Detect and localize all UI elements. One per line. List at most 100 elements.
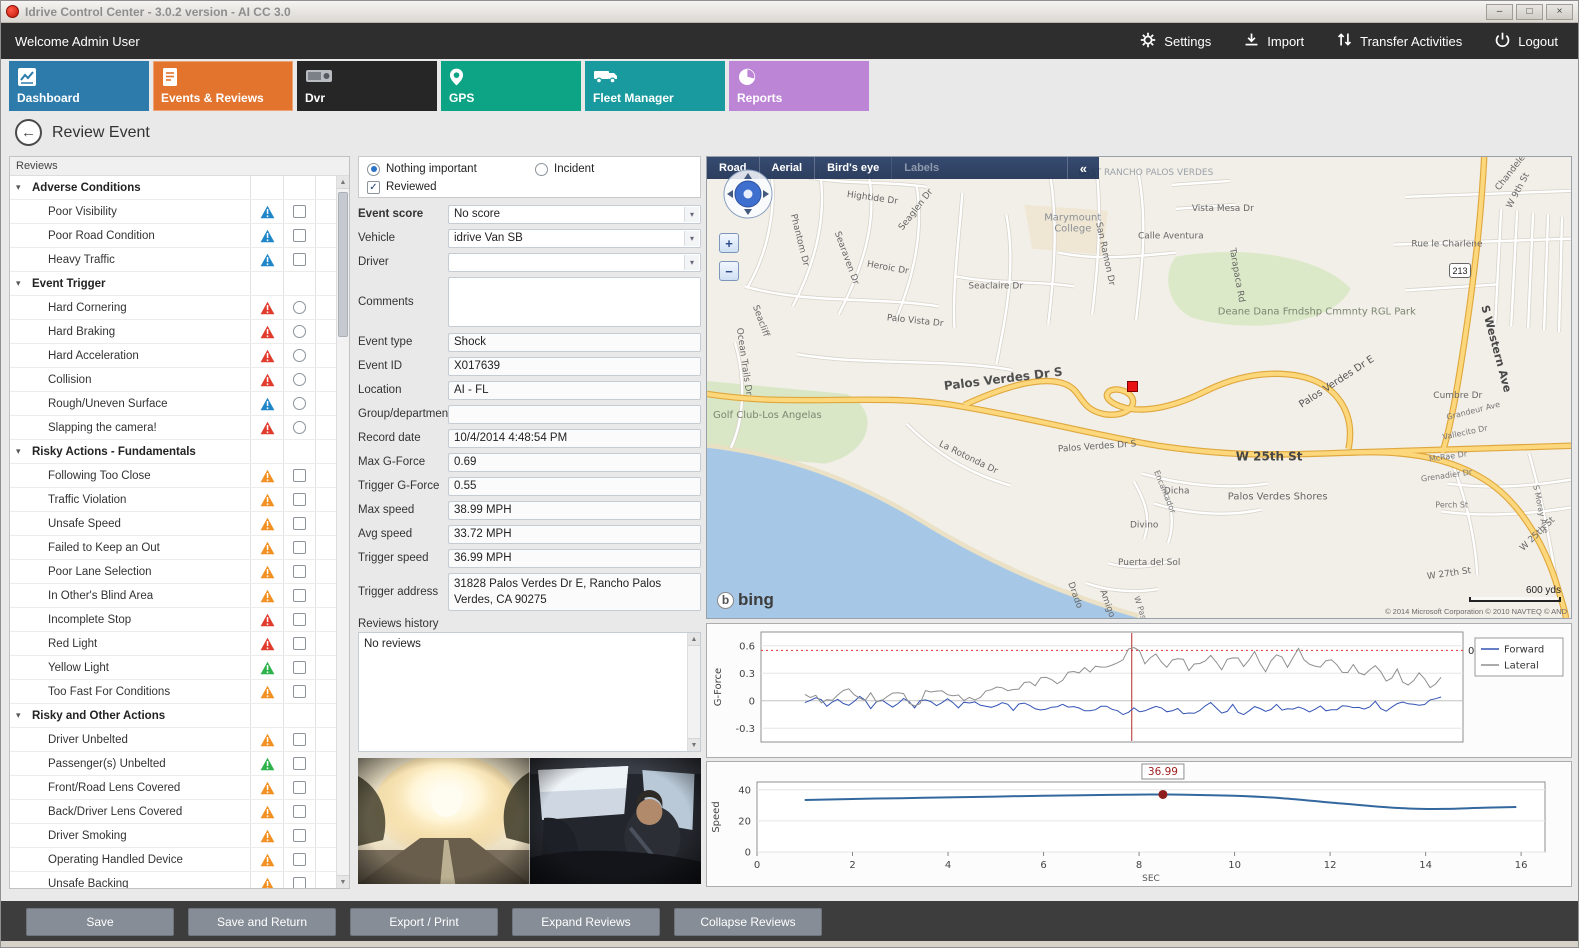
history-scrollbar[interactable]: ▲ ▼ (687, 633, 700, 751)
scroll-down-icon[interactable]: ▼ (688, 738, 700, 751)
review-group-row[interactable]: ▾Risky and Other Actions (10, 704, 336, 728)
event-location-marker[interactable] (1127, 381, 1138, 392)
review-item-row: In Other's Blind Area (10, 584, 336, 608)
collapse-reviews-button[interactable]: Collapse Reviews (674, 908, 822, 936)
reviews-panel-title: Reviews (10, 157, 349, 176)
close-button[interactable]: × (1546, 4, 1573, 20)
zoom-in-button[interactable]: + (719, 233, 739, 253)
review-checkbox[interactable] (293, 661, 306, 674)
back-button[interactable]: ← (15, 119, 42, 146)
map-view-labels[interactable]: Labels (891, 157, 951, 179)
reviews-scrollbar[interactable]: ▲ ▼ (336, 176, 349, 888)
event-fields: Event scoreNo score▾Vehicleidrive Van SB… (358, 202, 701, 614)
svg-text:14: 14 (1419, 860, 1432, 871)
scroll-up-icon[interactable]: ▲ (688, 633, 700, 646)
review-checkbox[interactable] (293, 253, 306, 266)
tab-events-reviews[interactable]: Events & Reviews (153, 61, 293, 111)
field-driver[interactable]: ▾ (448, 253, 701, 272)
review-radio[interactable] (293, 349, 306, 362)
tab-gps[interactable]: GPS (441, 61, 581, 111)
review-checkbox[interactable] (293, 781, 306, 794)
tab-label: Reports (737, 91, 782, 105)
review-checkbox[interactable] (293, 229, 306, 242)
review-checkbox[interactable] (293, 877, 306, 888)
map-view-birds-eye[interactable]: Bird's eye (814, 157, 891, 179)
warning-triangle-icon (260, 637, 275, 651)
settings-button[interactable]: Settings (1139, 31, 1211, 52)
scrollbar-thumb[interactable] (338, 192, 348, 337)
review-checkbox[interactable] (293, 685, 306, 698)
review-checkbox[interactable] (293, 637, 306, 650)
review-checkbox[interactable] (293, 565, 306, 578)
svg-text:12: 12 (1324, 860, 1337, 871)
reviews-history-list: No reviews ▲ ▼ (358, 632, 701, 752)
review-checkbox[interactable] (293, 613, 306, 626)
warning-triangle-icon (260, 421, 275, 435)
map-toolbar-collapse-icon[interactable]: « (1067, 157, 1099, 179)
route-213-shield: 213 (1449, 263, 1471, 278)
transfer-activities-button[interactable]: Transfer Activities (1336, 31, 1462, 51)
review-checkbox[interactable] (293, 541, 306, 554)
radio-icon (535, 163, 548, 176)
tab-fleet-manager[interactable]: Fleet Manager (585, 61, 725, 111)
review-checkbox[interactable] (293, 205, 306, 218)
incident-option[interactable]: Incident (535, 163, 594, 176)
review-radio[interactable] (293, 373, 306, 386)
review-checkbox[interactable] (293, 829, 306, 842)
review-item-row: Unsafe Speed (10, 512, 336, 536)
save-button[interactable]: Save (26, 908, 174, 936)
scale-bar (1469, 597, 1561, 602)
svg-text:Cumbre Dr: Cumbre Dr (1433, 391, 1482, 401)
svg-text:Seaclaire Dr: Seaclaire Dr (968, 281, 1023, 291)
minimize-button[interactable]: – (1486, 4, 1513, 20)
review-checkbox[interactable] (293, 757, 306, 770)
review-checkbox[interactable] (293, 589, 306, 602)
review-group-row[interactable]: ▾Risky Actions - Fundamentals (10, 440, 336, 464)
svg-text:G-Force: G-Force (713, 668, 724, 706)
tab-reports[interactable]: Reports (729, 61, 869, 111)
field-label: Max G-Force (358, 456, 448, 468)
review-radio[interactable] (293, 325, 306, 338)
expand-reviews-button[interactable]: Expand Reviews (512, 908, 660, 936)
review-checkbox[interactable] (293, 733, 306, 746)
tab-label: Dashboard (17, 91, 80, 105)
top-menubar: Welcome Admin User Settings Import Trans… (1, 23, 1578, 59)
reviewed-option[interactable]: ✓ Reviewed (367, 181, 535, 194)
svg-text:Vista Mesa Dr: Vista Mesa Dr (1192, 204, 1254, 214)
import-button[interactable]: Import (1243, 31, 1304, 51)
cabin-camera-frame[interactable] (530, 758, 702, 884)
field-event-score[interactable]: No score▾ (448, 205, 701, 224)
classification-box: Nothing important Incident ✓ Reviewed (358, 156, 701, 198)
field-label: Avg speed (358, 528, 448, 540)
review-radio[interactable] (293, 397, 306, 410)
warning-triangle-icon (260, 469, 275, 483)
nothing-important-option[interactable]: Nothing important (367, 163, 535, 176)
tab-dvr[interactable]: Dvr (297, 61, 437, 111)
front-camera-frame[interactable] (358, 758, 530, 884)
window-titlebar: Idrive Control Center - 3.0.2 version - … (1, 1, 1578, 23)
reviews-tree: ▾Adverse ConditionsPoor VisibilityPoor R… (10, 176, 336, 888)
scroll-up-icon[interactable]: ▲ (337, 176, 349, 189)
review-checkbox[interactable] (293, 853, 306, 866)
review-group-row[interactable]: ▾Adverse Conditions (10, 176, 336, 200)
export-print-button[interactable]: Export / Print (350, 908, 498, 936)
maximize-button[interactable]: □ (1516, 4, 1543, 20)
review-radio[interactable] (293, 301, 306, 314)
zoom-out-button[interactable]: − (719, 261, 739, 281)
review-checkbox[interactable] (293, 805, 306, 818)
map-canvas: EAST RANCHO PALOS VERDESMarymountCollege… (707, 157, 1571, 618)
review-checkbox[interactable] (293, 493, 306, 506)
field-comments[interactable] (448, 277, 701, 327)
collapse-arrow-icon: ▾ (16, 278, 32, 289)
review-group-row[interactable]: ▾Event Trigger (10, 272, 336, 296)
review-checkbox[interactable] (293, 517, 306, 530)
scroll-down-icon[interactable]: ▼ (337, 875, 349, 888)
logout-button[interactable]: Logout (1494, 31, 1558, 51)
field-vehicle[interactable]: idrive Van SB▾ (448, 229, 701, 248)
map-compass-control[interactable] (721, 167, 775, 224)
review-checkbox[interactable] (293, 469, 306, 482)
tab-dashboard[interactable]: Dashboard (9, 61, 149, 111)
review-radio[interactable] (293, 421, 306, 434)
bing-map[interactable]: EAST RANCHO PALOS VERDESMarymountCollege… (706, 156, 1572, 619)
save-and-return-button[interactable]: Save and Return (188, 908, 336, 936)
